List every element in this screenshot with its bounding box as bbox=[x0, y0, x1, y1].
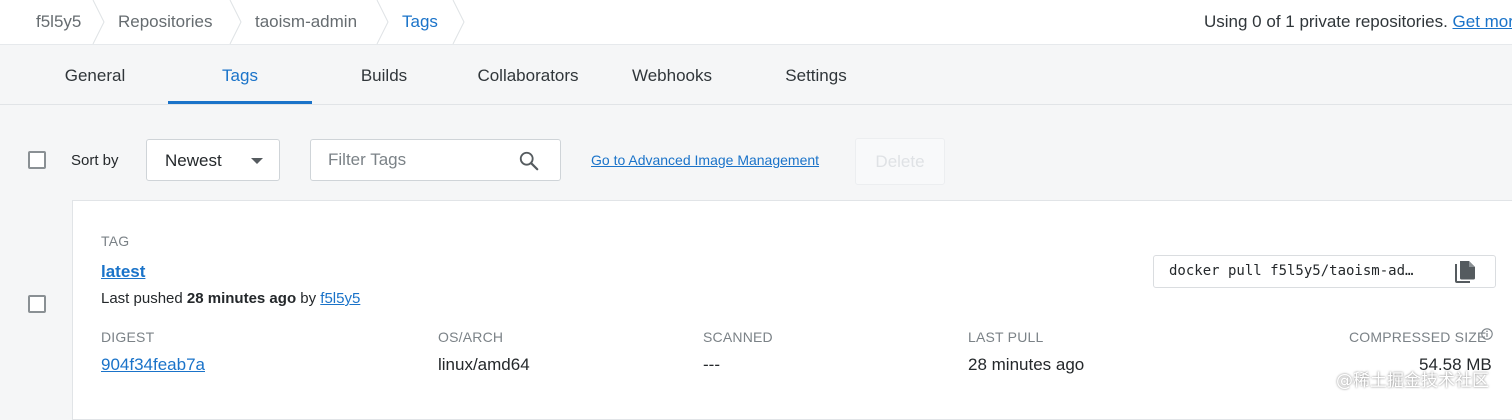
pushed-by: by bbox=[296, 290, 321, 307]
tab-general[interactable]: General bbox=[23, 45, 167, 104]
tab-tags[interactable]: Tags bbox=[168, 45, 312, 104]
docker-pull-command: docker pull f5l5y5/taoism-ad… bbox=[1153, 255, 1496, 288]
breadcrumb-separator bbox=[452, 0, 465, 44]
digest-column-header: DIGEST bbox=[101, 329, 155, 345]
os-arch-column-header: OS/ARCH bbox=[438, 329, 504, 345]
breadcrumb-item-tags[interactable]: Tags bbox=[402, 0, 438, 44]
breadcrumb-separator bbox=[92, 0, 105, 44]
search-icon[interactable] bbox=[518, 150, 540, 172]
last-pull-column-header: LAST PULL bbox=[968, 329, 1044, 345]
select-all-checkbox[interactable] bbox=[28, 151, 46, 169]
last-pushed-info: Last pushed 28 minutes ago by f5l5y5 bbox=[101, 290, 360, 307]
scanned-value: --- bbox=[703, 355, 720, 374]
repo-tabs: General Tags Builds Collaborators Webhoo… bbox=[0, 45, 1512, 105]
tab-settings[interactable]: Settings bbox=[744, 45, 888, 104]
tag-column-header: TAG bbox=[101, 233, 130, 249]
breadcrumb: f5l5y5 Repositories taoism-admin Tags Us… bbox=[0, 0, 1512, 45]
info-icon[interactable] bbox=[1481, 328, 1493, 340]
tag-card bbox=[72, 200, 1512, 420]
breadcrumb-separator bbox=[376, 0, 389, 44]
digest-link[interactable]: 904f34feab7a bbox=[101, 355, 205, 375]
usage-text: Using 0 of 1 private repositories. bbox=[1204, 12, 1453, 31]
breadcrumb-item-repo[interactable]: taoism-admin bbox=[255, 0, 357, 44]
tag-name-link[interactable]: latest bbox=[101, 262, 145, 282]
compressed-size-column-header: COMPRESSED SIZE bbox=[1349, 329, 1487, 345]
filter-tags-input[interactable] bbox=[328, 149, 513, 171]
pushed-time: 28 minutes ago bbox=[186, 290, 297, 307]
copy-icon[interactable] bbox=[1452, 259, 1478, 286]
breadcrumb-item-repositories[interactable]: Repositories bbox=[118, 0, 213, 44]
tab-collaborators[interactable]: Collaborators bbox=[456, 45, 600, 104]
pushed-user-link[interactable]: f5l5y5 bbox=[320, 290, 360, 307]
pull-command-text: docker pull f5l5y5/taoism-ad… bbox=[1169, 263, 1414, 279]
breadcrumb-separator bbox=[229, 0, 242, 44]
advanced-image-management-link[interactable]: Go to Advanced Image Management bbox=[591, 152, 819, 168]
tab-webhooks[interactable]: Webhooks bbox=[600, 45, 744, 104]
get-more-link[interactable]: Get more bbox=[1453, 12, 1512, 31]
watermark: @稀土掘金技术社区 bbox=[1336, 371, 1489, 391]
sort-select-value: Newest bbox=[165, 151, 222, 170]
delete-button[interactable]: Delete bbox=[855, 138, 945, 185]
caret-down-icon bbox=[251, 158, 263, 164]
sort-by-label: Sort by bbox=[71, 152, 119, 169]
scanned-column-header: SCANNED bbox=[703, 329, 773, 345]
pushed-prefix: Last pushed bbox=[101, 290, 187, 307]
filter-tags-field bbox=[310, 139, 561, 181]
tag-row-checkbox[interactable] bbox=[28, 295, 46, 313]
breadcrumb-item-namespace[interactable]: f5l5y5 bbox=[36, 0, 81, 44]
tab-builds[interactable]: Builds bbox=[312, 45, 456, 104]
sort-select[interactable]: Newest bbox=[146, 139, 280, 181]
last-pull-value: 28 minutes ago bbox=[968, 355, 1085, 374]
os-arch-value: linux/amd64 bbox=[438, 355, 530, 374]
private-repo-usage: Using 0 of 1 private repositories. Get m… bbox=[1204, 0, 1512, 44]
